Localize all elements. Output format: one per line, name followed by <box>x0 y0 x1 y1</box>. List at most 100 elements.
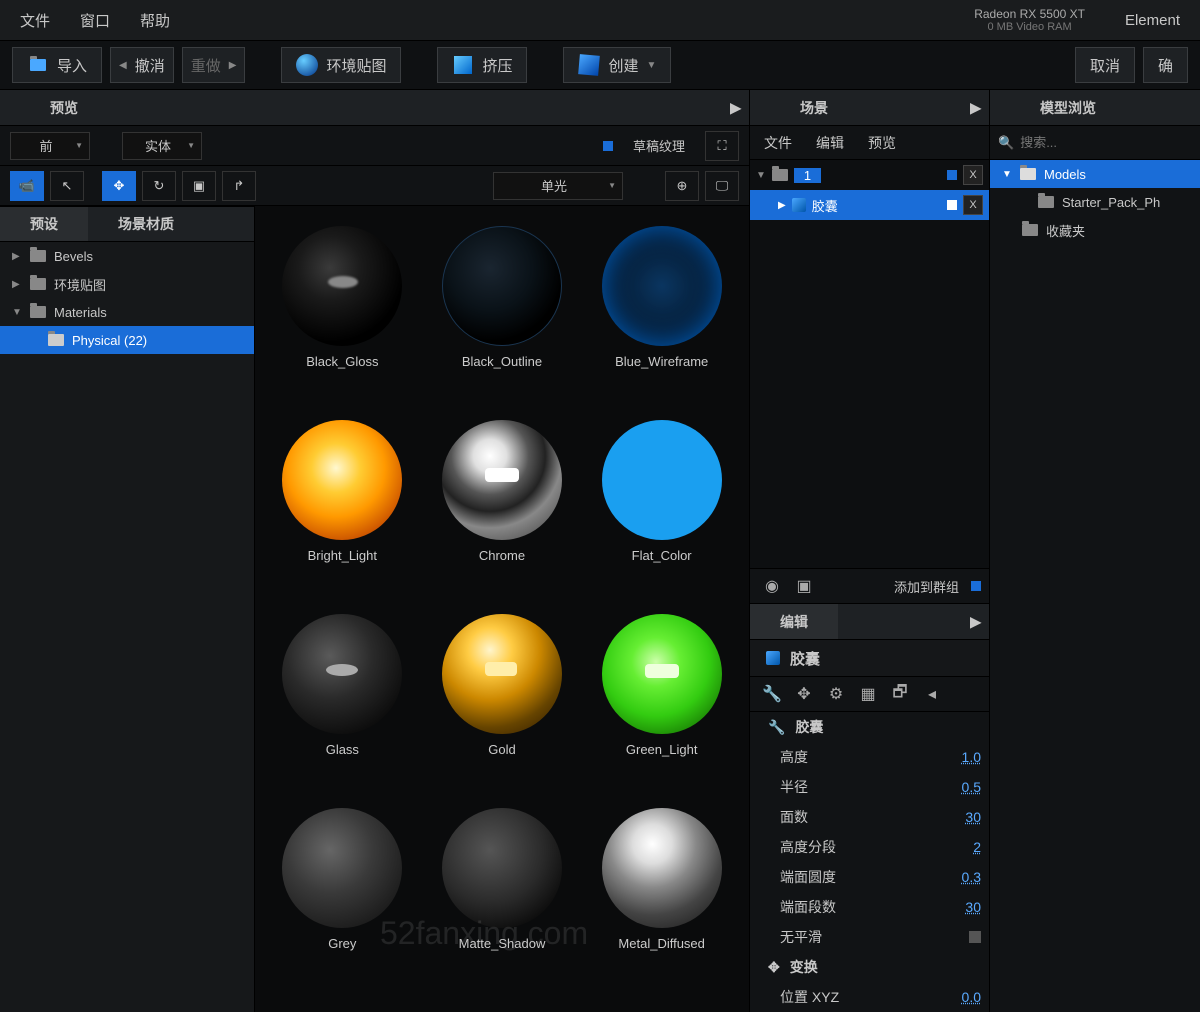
tree-physical[interactable]: Physical (22) <box>0 326 254 354</box>
folder-icon <box>772 169 788 181</box>
editor-object-name: 胶囊 <box>790 648 820 669</box>
collapse-icon: ▼ <box>1002 169 1012 180</box>
visibility-toggle[interactable] <box>947 170 957 180</box>
undo-button[interactable]: ◀ 撤消 <box>110 47 174 83</box>
models-root[interactable]: ▼ Models <box>990 160 1200 188</box>
draft-toggle-indicator <box>603 141 613 151</box>
tree-envmaps[interactable]: ▶ 环境贴图 <box>0 270 254 298</box>
collapse-icon[interactable]: ▶ <box>970 99 981 116</box>
scene-menu-edit[interactable]: 编辑 <box>816 133 844 153</box>
material-glass[interactable]: Glass <box>265 614 420 798</box>
gpu-info: Radeon RX 5500 XT 0 MB Video RAM <box>974 7 1085 33</box>
menu-file[interactable]: 文件 <box>20 10 50 31</box>
visibility-toggle[interactable] <box>947 200 957 210</box>
draft-label: 草稿纹理 <box>633 136 685 155</box>
expand-icon: ▶ <box>12 251 22 262</box>
prop-position: 位置 XYZ0.0 <box>750 982 989 1012</box>
create-label: 创建 <box>608 55 638 76</box>
material-grey[interactable]: Grey <box>265 808 420 992</box>
search-input[interactable] <box>1020 135 1196 150</box>
checker-icon[interactable]: ▦ <box>854 680 882 708</box>
prop-capround: 端面圆度0.3 <box>750 862 989 892</box>
anchor-tool-button[interactable]: ↱ <box>222 171 256 201</box>
monitor-button[interactable]: 🖵 <box>705 171 739 201</box>
extrude-button[interactable]: 挤压 <box>437 47 527 83</box>
menubar: 文件 窗口 帮助 Radeon RX 5500 XT 0 MB Video RA… <box>0 0 1200 40</box>
scene-group-row[interactable]: ▼ 1 X <box>750 160 989 190</box>
wrench-icon[interactable]: 🔧 <box>758 680 786 708</box>
tab-edit[interactable]: 编辑 <box>750 604 838 639</box>
collapse-icon: ▼ <box>12 307 22 318</box>
scene-menu: 文件 编辑 预览 <box>750 126 989 160</box>
scene-menu-preview[interactable]: 预览 <box>868 133 896 153</box>
target-button[interactable]: ⊕ <box>665 171 699 201</box>
import-label: 导入 <box>57 55 87 76</box>
rotate-tool-button[interactable]: ↻ <box>142 171 176 201</box>
preset-tabs: 预设 场景材质 <box>0 206 254 242</box>
gears-icon[interactable]: ⚙ <box>822 680 850 708</box>
delete-group-button[interactable]: X <box>963 165 983 185</box>
extrude-label: 挤压 <box>482 55 512 76</box>
collapse-icon[interactable]: ▶ <box>970 613 981 630</box>
tree-materials[interactable]: ▼ Materials <box>0 298 254 326</box>
nosmooth-checkbox[interactable] <box>969 931 981 943</box>
material-green-light[interactable]: Green_Light <box>584 614 739 798</box>
material-matte-shadow[interactable]: Matte_Shadow <box>425 808 580 992</box>
import-button[interactable]: 导入 <box>12 47 102 83</box>
group-number: 1 <box>794 168 821 183</box>
material-gold[interactable]: Gold <box>425 614 580 798</box>
wrench-icon: 🔧 <box>768 719 785 736</box>
hseg-value[interactable]: 2 <box>973 839 989 855</box>
move-tool-button[interactable]: ✥ <box>102 171 136 201</box>
tab-presets[interactable]: 预设 <box>0 207 88 241</box>
prop-nosmooth: 无平滑 <box>750 922 989 952</box>
delete-item-button[interactable]: X <box>963 195 983 215</box>
expand-icon: ▶ <box>12 279 22 290</box>
material-chrome[interactable]: Chrome <box>425 420 580 604</box>
material-flat-color[interactable]: Flat_Color <box>584 420 739 604</box>
scene-item-capsule[interactable]: ▶ 胶囊 X <box>750 190 989 220</box>
material-black-outline[interactable]: Black_Outline <box>425 226 580 410</box>
material-bright-light[interactable]: Bright_Light <box>265 420 420 604</box>
tab-scene-materials[interactable]: 场景材质 <box>88 207 204 241</box>
sides-value[interactable]: 30 <box>965 809 989 825</box>
favorites[interactable]: 收藏夹 <box>990 216 1200 244</box>
collapse-icon[interactable]: ▶ <box>730 99 741 116</box>
pointer-tool-button[interactable]: ↖ <box>50 171 84 201</box>
tree-bevels[interactable]: ▶ Bevels <box>0 242 254 270</box>
add-to-group-label[interactable]: 添加到群组 <box>894 577 959 596</box>
capround-value[interactable]: 0.3 <box>962 869 989 885</box>
cube-preview-icon[interactable]: ▣ <box>790 572 818 600</box>
folder-icon <box>1022 224 1038 236</box>
group-icon[interactable]: 🗗 <box>886 680 914 708</box>
menu-window[interactable]: 窗口 <box>80 10 110 31</box>
light-select[interactable]: 单光 <box>493 172 623 200</box>
scale-tool-button[interactable]: ▣ <box>182 171 216 201</box>
section-capsule: 🔧 胶囊 <box>750 712 989 742</box>
object-icon <box>766 651 780 665</box>
scene-menu-file[interactable]: 文件 <box>764 133 792 153</box>
capseg-value[interactable]: 30 <box>965 899 989 915</box>
shade-select[interactable]: 实体 <box>122 132 202 160</box>
redo-button[interactable]: 重做 ▶ <box>182 47 246 83</box>
radius-value[interactable]: 0.5 <box>962 779 989 795</box>
add-to-group-toggle[interactable] <box>971 581 981 591</box>
position-value[interactable]: 0.0 <box>962 989 989 1005</box>
more-icon[interactable]: ◂ <box>918 680 946 708</box>
material-black-gloss[interactable]: Black_Gloss <box>265 226 420 410</box>
move-icon[interactable]: ✥ <box>790 680 818 708</box>
material-blue-wireframe[interactable]: Blue_Wireframe <box>584 226 739 410</box>
view-select[interactable]: 前 <box>10 132 90 160</box>
camera-tool-button[interactable]: 📹 <box>10 171 44 201</box>
starter-pack[interactable]: Starter_Pack_Ph <box>990 188 1200 216</box>
create-button[interactable]: 创建 ▼ <box>563 47 671 83</box>
sphere-preview-icon[interactable]: ◉ <box>758 572 786 600</box>
fullscreen-button[interactable]: ⛶ <box>705 131 739 161</box>
ok-button[interactable]: 确 <box>1143 47 1188 83</box>
cancel-button[interactable]: 取消 <box>1075 47 1135 83</box>
height-value[interactable]: 1.0 <box>962 749 989 765</box>
material-metal-diffused[interactable]: Metal_Diffused <box>584 808 739 992</box>
envmap-button[interactable]: 环境贴图 <box>281 47 401 83</box>
folder-icon <box>1038 196 1054 208</box>
menu-help[interactable]: 帮助 <box>140 10 170 31</box>
